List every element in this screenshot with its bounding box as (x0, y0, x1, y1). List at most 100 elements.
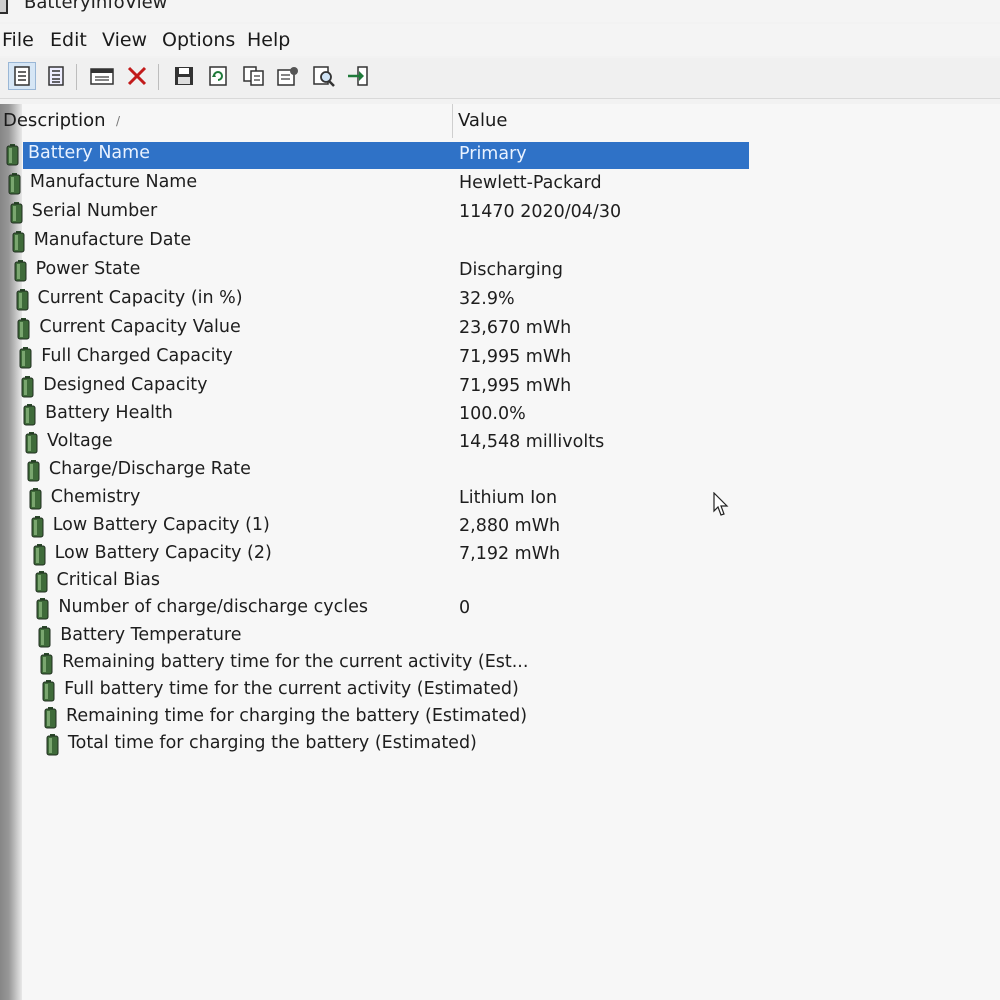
menu-edit[interactable]: Edit (50, 29, 87, 51)
row-value: 11470 2020/04/30 (459, 202, 622, 222)
battery-icon (23, 404, 36, 426)
app-icon (0, 0, 8, 14)
battery-icon (27, 460, 40, 482)
row-value: 71,995 mWh (459, 347, 572, 367)
table-row[interactable]: Total time for charging the battery (Est… (0, 732, 760, 760)
menu-file[interactable]: File (2, 29, 34, 51)
row-value: 14,548 millivolts (459, 432, 605, 453)
row-description: Number of charge/discharge cycles (58, 597, 368, 618)
delete-button[interactable] (123, 62, 151, 90)
battery-icon (42, 679, 55, 702)
row-description: Low Battery Capacity (2) (54, 542, 272, 563)
table-row[interactable]: Charge/Discharge Rate (0, 458, 760, 486)
table-row[interactable]: Battery Temperature (0, 624, 760, 652)
exit-button[interactable] (344, 62, 372, 90)
row-value: 32.9% (459, 289, 515, 309)
row-description: Remaining battery time for the current a… (62, 651, 529, 672)
column-header-value[interactable]: Value (458, 110, 507, 131)
window-title: BatteryInfoView (24, 0, 168, 13)
row-description: Voltage (47, 431, 113, 452)
table-row[interactable]: Chemistry Lithium Ion (0, 486, 760, 514)
row-description: Total time for charging the battery (Est… (67, 732, 477, 753)
copy-icon (243, 66, 264, 86)
row-description: Power State (35, 259, 141, 279)
exit-icon (348, 66, 368, 86)
battery-icon (35, 571, 47, 593)
table-row[interactable]: Critical Bias (0, 569, 760, 597)
toolbar-separator (158, 64, 159, 90)
properties-window-button[interactable] (88, 62, 116, 90)
properties-icon (277, 67, 298, 86)
battery-icon (25, 432, 38, 454)
text-report-icon (14, 66, 30, 86)
battery-icon (10, 202, 23, 224)
find-button[interactable] (310, 62, 338, 90)
row-description: Designed Capacity (43, 374, 208, 395)
row-value: Discharging (459, 260, 563, 280)
column-header-description[interactable]: Description (3, 110, 106, 131)
table-row[interactable]: Remaining time for charging the battery … (0, 705, 760, 733)
menu-help[interactable]: Help (247, 29, 290, 51)
battery-icon (38, 625, 51, 648)
row-description: Manufacture Date (33, 230, 192, 250)
battery-icon (8, 173, 21, 195)
menu-view[interactable]: View (102, 29, 147, 51)
table-row[interactable]: Low Battery Capacity (2) 7,192 mWh (0, 542, 760, 570)
list-header: Description / Value (0, 104, 1000, 138)
table-row[interactable]: Serial Number 11470 2020/04/30 (0, 200, 760, 228)
battery-icon (29, 488, 42, 510)
table-row[interactable]: Manufacture Date (0, 229, 760, 257)
row-description: Battery Name (28, 143, 150, 163)
row-description: Manufacture Name (29, 172, 198, 192)
row-value: 2,880 mWh (459, 516, 561, 536)
battery-icon (19, 347, 32, 369)
table-row[interactable]: Remaining battery time for the current a… (0, 651, 760, 679)
table-row[interactable]: Battery Name Primary (0, 142, 760, 170)
battery-icon (17, 318, 30, 340)
row-value: Primary (459, 144, 527, 164)
table-row[interactable]: Low Battery Capacity (1) 2,880 mWh (0, 514, 760, 542)
save-button[interactable] (170, 62, 198, 90)
refresh-button[interactable] (204, 62, 232, 90)
table-row[interactable]: Current Capacity (in %) 32.9% (0, 287, 760, 315)
row-description: Battery Temperature (60, 624, 242, 645)
properties-window-icon (90, 68, 114, 85)
table-row[interactable]: Voltage 14,548 millivolts (0, 430, 760, 458)
battery-icon (46, 733, 59, 756)
save-icon (175, 67, 193, 85)
battery-icon (16, 289, 28, 311)
table-row[interactable]: Power State Discharging (0, 258, 760, 286)
menu-options[interactable]: Options (162, 29, 235, 51)
battery-icon (44, 706, 57, 729)
column-divider[interactable] (452, 104, 453, 138)
battery-icon (31, 516, 44, 538)
mouse-cursor-icon (713, 492, 729, 516)
properties-button[interactable] (274, 62, 302, 90)
row-value: Hewlett-Packard (459, 173, 602, 193)
table-row[interactable]: Number of charge/discharge cycles 0 (0, 596, 760, 624)
table-row[interactable]: Full Charged Capacity 71,995 mWh (0, 345, 760, 373)
battery-icon (6, 144, 19, 166)
text-report-button[interactable] (8, 62, 36, 90)
table-row[interactable]: Designed Capacity 71,995 mWh (0, 374, 760, 402)
refresh-icon (209, 66, 227, 86)
row-description: Current Capacity (in %) (37, 288, 243, 308)
row-description: Chemistry (50, 487, 141, 508)
table-row[interactable]: Manufacture Name Hewlett-Packard (0, 171, 760, 199)
row-description: Battery Health (45, 403, 173, 423)
table-row[interactable]: Battery Health 100.0% (0, 402, 760, 430)
battery-icon (36, 598, 49, 620)
table-row[interactable]: Full battery time for the current activi… (0, 678, 760, 706)
battery-icon (33, 543, 46, 566)
menu-bar: File Edit View Options Help (0, 24, 1000, 56)
title-bar[interactable]: BatteryInfoView (0, 0, 1000, 22)
row-description: Low Battery Capacity (1) (52, 515, 270, 535)
row-description: Critical Bias (56, 570, 160, 590)
row-value: 7,192 mWh (459, 543, 561, 564)
copy-button[interactable] (240, 62, 268, 90)
row-value: Lithium Ion (459, 488, 558, 509)
battery-info-list[interactable]: Description / Value Battery Name Primary M… (0, 104, 1000, 1000)
html-report-button[interactable] (42, 62, 70, 90)
toolbar (0, 58, 1000, 99)
table-row[interactable]: Current Capacity Value 23,670 mWh (0, 316, 760, 344)
